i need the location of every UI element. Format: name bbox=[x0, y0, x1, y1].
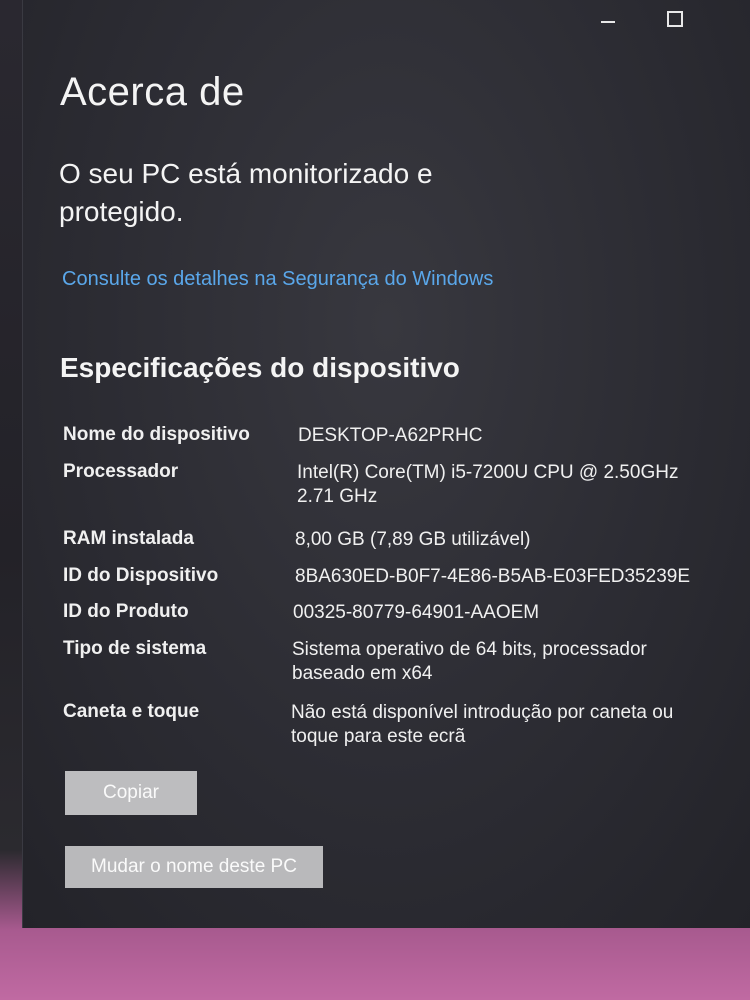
settings-window: Acerca de O seu PC está monitorizado e p… bbox=[22, 0, 750, 928]
spec-value: Intel(R) Core(TM) i5-7200U CPU @ 2.50GHz… bbox=[297, 462, 679, 507]
spec-value: Sistema operativo de 64 bits, processado… bbox=[292, 639, 647, 684]
rename-pc-button[interactable]: Mudar o nome deste PC bbox=[65, 846, 323, 888]
minimize-button[interactable] bbox=[588, 6, 628, 32]
minimize-icon bbox=[601, 21, 615, 23]
maximize-button[interactable] bbox=[655, 6, 695, 32]
copy-button[interactable]: Copiar bbox=[65, 771, 197, 815]
windows-security-link[interactable]: Consulte os detalhes na Segurança do Win… bbox=[62, 268, 493, 291]
spec-value: 8BA630ED-B0F7-4E86-B5AB-E03FED35239E bbox=[295, 566, 691, 587]
spec-label: Caneta e toque bbox=[63, 701, 200, 722]
device-specs-heading: Especificações do dispositivo bbox=[60, 352, 460, 383]
spec-value: DESKTOP-A62PRHC bbox=[298, 425, 483, 446]
spec-label: Nome do dispositivo bbox=[63, 424, 250, 445]
spec-value: 8,00 GB (7,89 GB utilizável) bbox=[295, 529, 531, 550]
spec-label: ID do Dispositivo bbox=[63, 565, 219, 586]
spec-value: Não está disponível introdução por canet… bbox=[291, 702, 674, 747]
security-status-text: O seu PC está monitorizado e protegido. bbox=[59, 158, 433, 227]
spec-label: ID do Produto bbox=[63, 601, 189, 622]
spec-label: Tipo de sistema bbox=[63, 638, 207, 659]
page-title: Acerca de bbox=[60, 70, 245, 114]
spec-label: RAM instalada bbox=[63, 528, 194, 549]
spec-label: Processador bbox=[63, 461, 179, 482]
maximize-icon bbox=[667, 11, 683, 27]
spec-value: 00325-80779-64901-AAOEM bbox=[293, 602, 540, 623]
